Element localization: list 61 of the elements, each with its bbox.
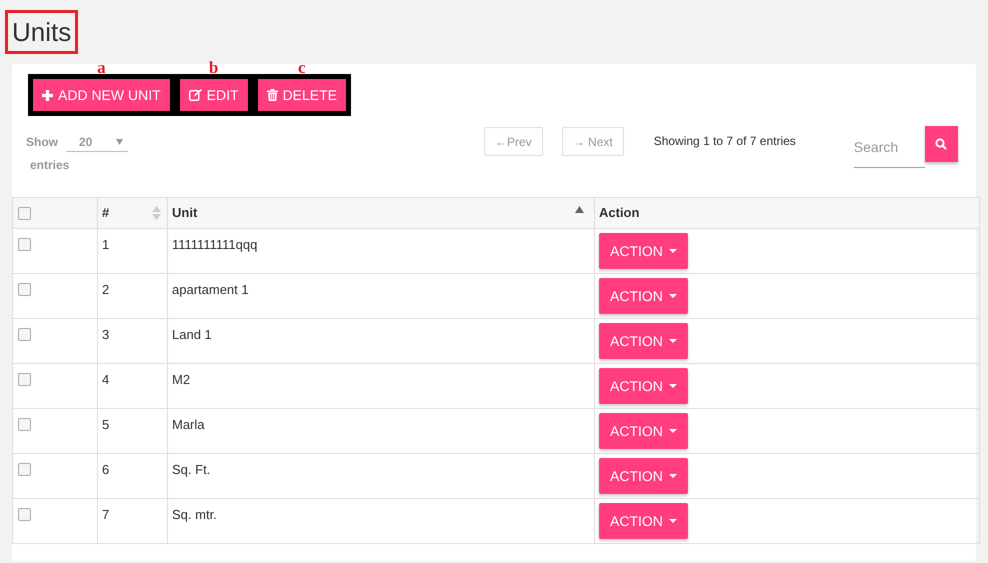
action-button[interactable]: ACTION (599, 278, 688, 314)
table-cell: 2 (102, 282, 110, 297)
add-button[interactable]: ADD NEW UNIT (33, 79, 170, 111)
action-button[interactable]: ACTION (599, 233, 688, 269)
edit-icon (188, 89, 202, 101)
column-header[interactable]: # (102, 203, 110, 223)
entries-label: entries (29, 157, 70, 174)
table-cell: Marla (172, 417, 205, 432)
table-cell: 6 (102, 462, 110, 477)
checkbox[interactable] (18, 283, 31, 296)
checkbox[interactable] (18, 238, 31, 251)
show-label: Show (26, 134, 58, 151)
prev-button[interactable]: ←Prev (484, 127, 543, 156)
caret-icon (668, 294, 677, 298)
table-cell: Sq. Ft. (172, 462, 210, 477)
annotation-marker: a (97, 62, 106, 74)
action-button[interactable]: ACTION (599, 368, 688, 404)
caret-icon (668, 429, 677, 433)
page-title: Units (5, 10, 78, 54)
edit-button[interactable]: EDIT (180, 79, 248, 111)
table-cell: Land 1 (172, 327, 212, 342)
column-header: Action (599, 205, 640, 220)
next-button[interactable]: → Next (562, 127, 624, 156)
plus-icon (42, 90, 53, 100)
table-cell: 7 (102, 507, 110, 522)
table-cell: 3 (102, 327, 110, 342)
search-button[interactable] (924, 126, 958, 162)
checkbox[interactable] (18, 206, 31, 220)
sort-up-icon (575, 206, 584, 212)
table-cell: 1 (102, 237, 110, 252)
trash-icon (266, 89, 278, 101)
checkbox[interactable] (18, 418, 31, 431)
caret-icon (668, 474, 677, 478)
caret-icon (668, 519, 677, 523)
table-cell: Sq. mtr. (172, 507, 217, 522)
checkbox[interactable] (18, 508, 31, 521)
table-cell: M2 (172, 372, 190, 387)
delete-button[interactable]: DELETE (258, 79, 346, 111)
table-cell: 1111111111qqq (172, 237, 258, 252)
table-cell: 5 (102, 417, 110, 432)
checkbox[interactable] (18, 328, 31, 341)
table-cell: 4 (102, 372, 110, 387)
caret-icon (668, 249, 677, 253)
sort-icon (152, 206, 161, 220)
entries-info: Showing 1 to 7 of 7 entries (654, 133, 796, 148)
annotation-marker: b (208, 62, 218, 74)
dropdown-icon (116, 138, 123, 144)
checkbox[interactable] (18, 373, 31, 386)
page-size-select[interactable]: 20 (66, 132, 128, 152)
caret-icon (668, 339, 677, 343)
search-field[interactable]: Search (854, 127, 925, 168)
action-button[interactable]: ACTION (599, 413, 688, 449)
table-cell: apartament 1 (172, 282, 249, 297)
checkbox[interactable] (18, 463, 31, 476)
action-button[interactable]: ACTION (599, 458, 688, 494)
action-button[interactable]: ACTION (599, 503, 688, 539)
column-header[interactable]: Unit (172, 203, 198, 223)
action-button[interactable]: ACTION (599, 323, 688, 359)
search-icon (935, 138, 948, 150)
caret-icon (668, 384, 677, 388)
annotation-marker: c (298, 62, 306, 74)
